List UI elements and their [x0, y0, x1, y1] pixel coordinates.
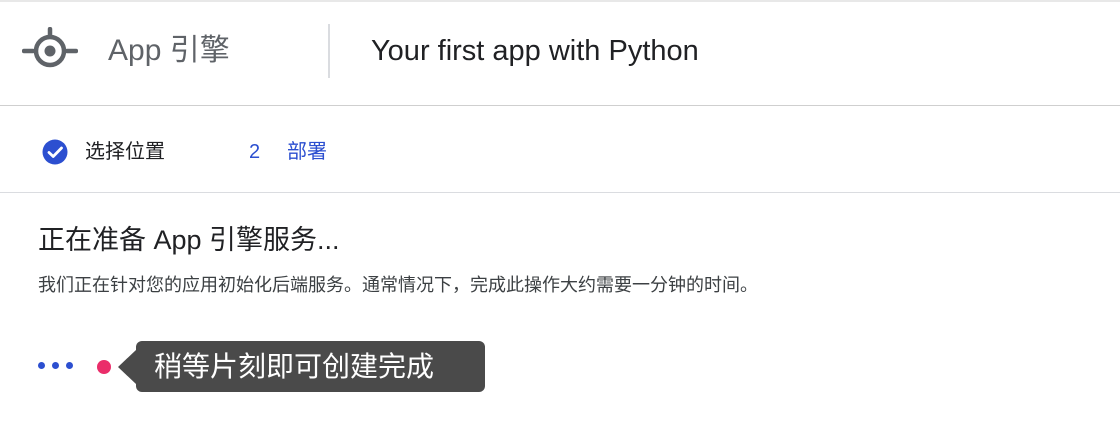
- content-description: 我们正在针对您的应用初始化后端服务。通常情况下，完成此操作大约需要一分钟的时间。: [38, 275, 758, 295]
- loading-dots-icon: [38, 362, 74, 370]
- loading-dot: [38, 362, 45, 369]
- step-2-number: 2: [249, 141, 261, 163]
- highlight-marker-dot: [97, 360, 111, 374]
- loading-dot: [52, 362, 59, 369]
- step-deploy[interactable]: 部署: [287, 139, 327, 165]
- app-engine-setup-page: App 引擎 Your first app with Python 选择位置 2…: [0, 0, 1120, 425]
- loading-dot: [66, 362, 73, 369]
- tooltip: 稍等片刻即可创建完成: [136, 341, 485, 392]
- content-title: 正在准备 App 引擎服务...: [38, 225, 340, 255]
- app-engine-logo-icon: [22, 27, 78, 68]
- header: App 引擎 Your first app with Python: [0, 2, 1120, 106]
- check-circle-icon: [42, 139, 68, 165]
- product-name[interactable]: App 引擎: [108, 32, 230, 70]
- tooltip-arrow: [118, 350, 136, 384]
- page-title: Your first app with Python: [371, 35, 699, 67]
- header-divider: [328, 24, 330, 78]
- stepper: 选择位置 2 部署: [0, 107, 1120, 193]
- step-select-location[interactable]: 选择位置: [85, 139, 165, 165]
